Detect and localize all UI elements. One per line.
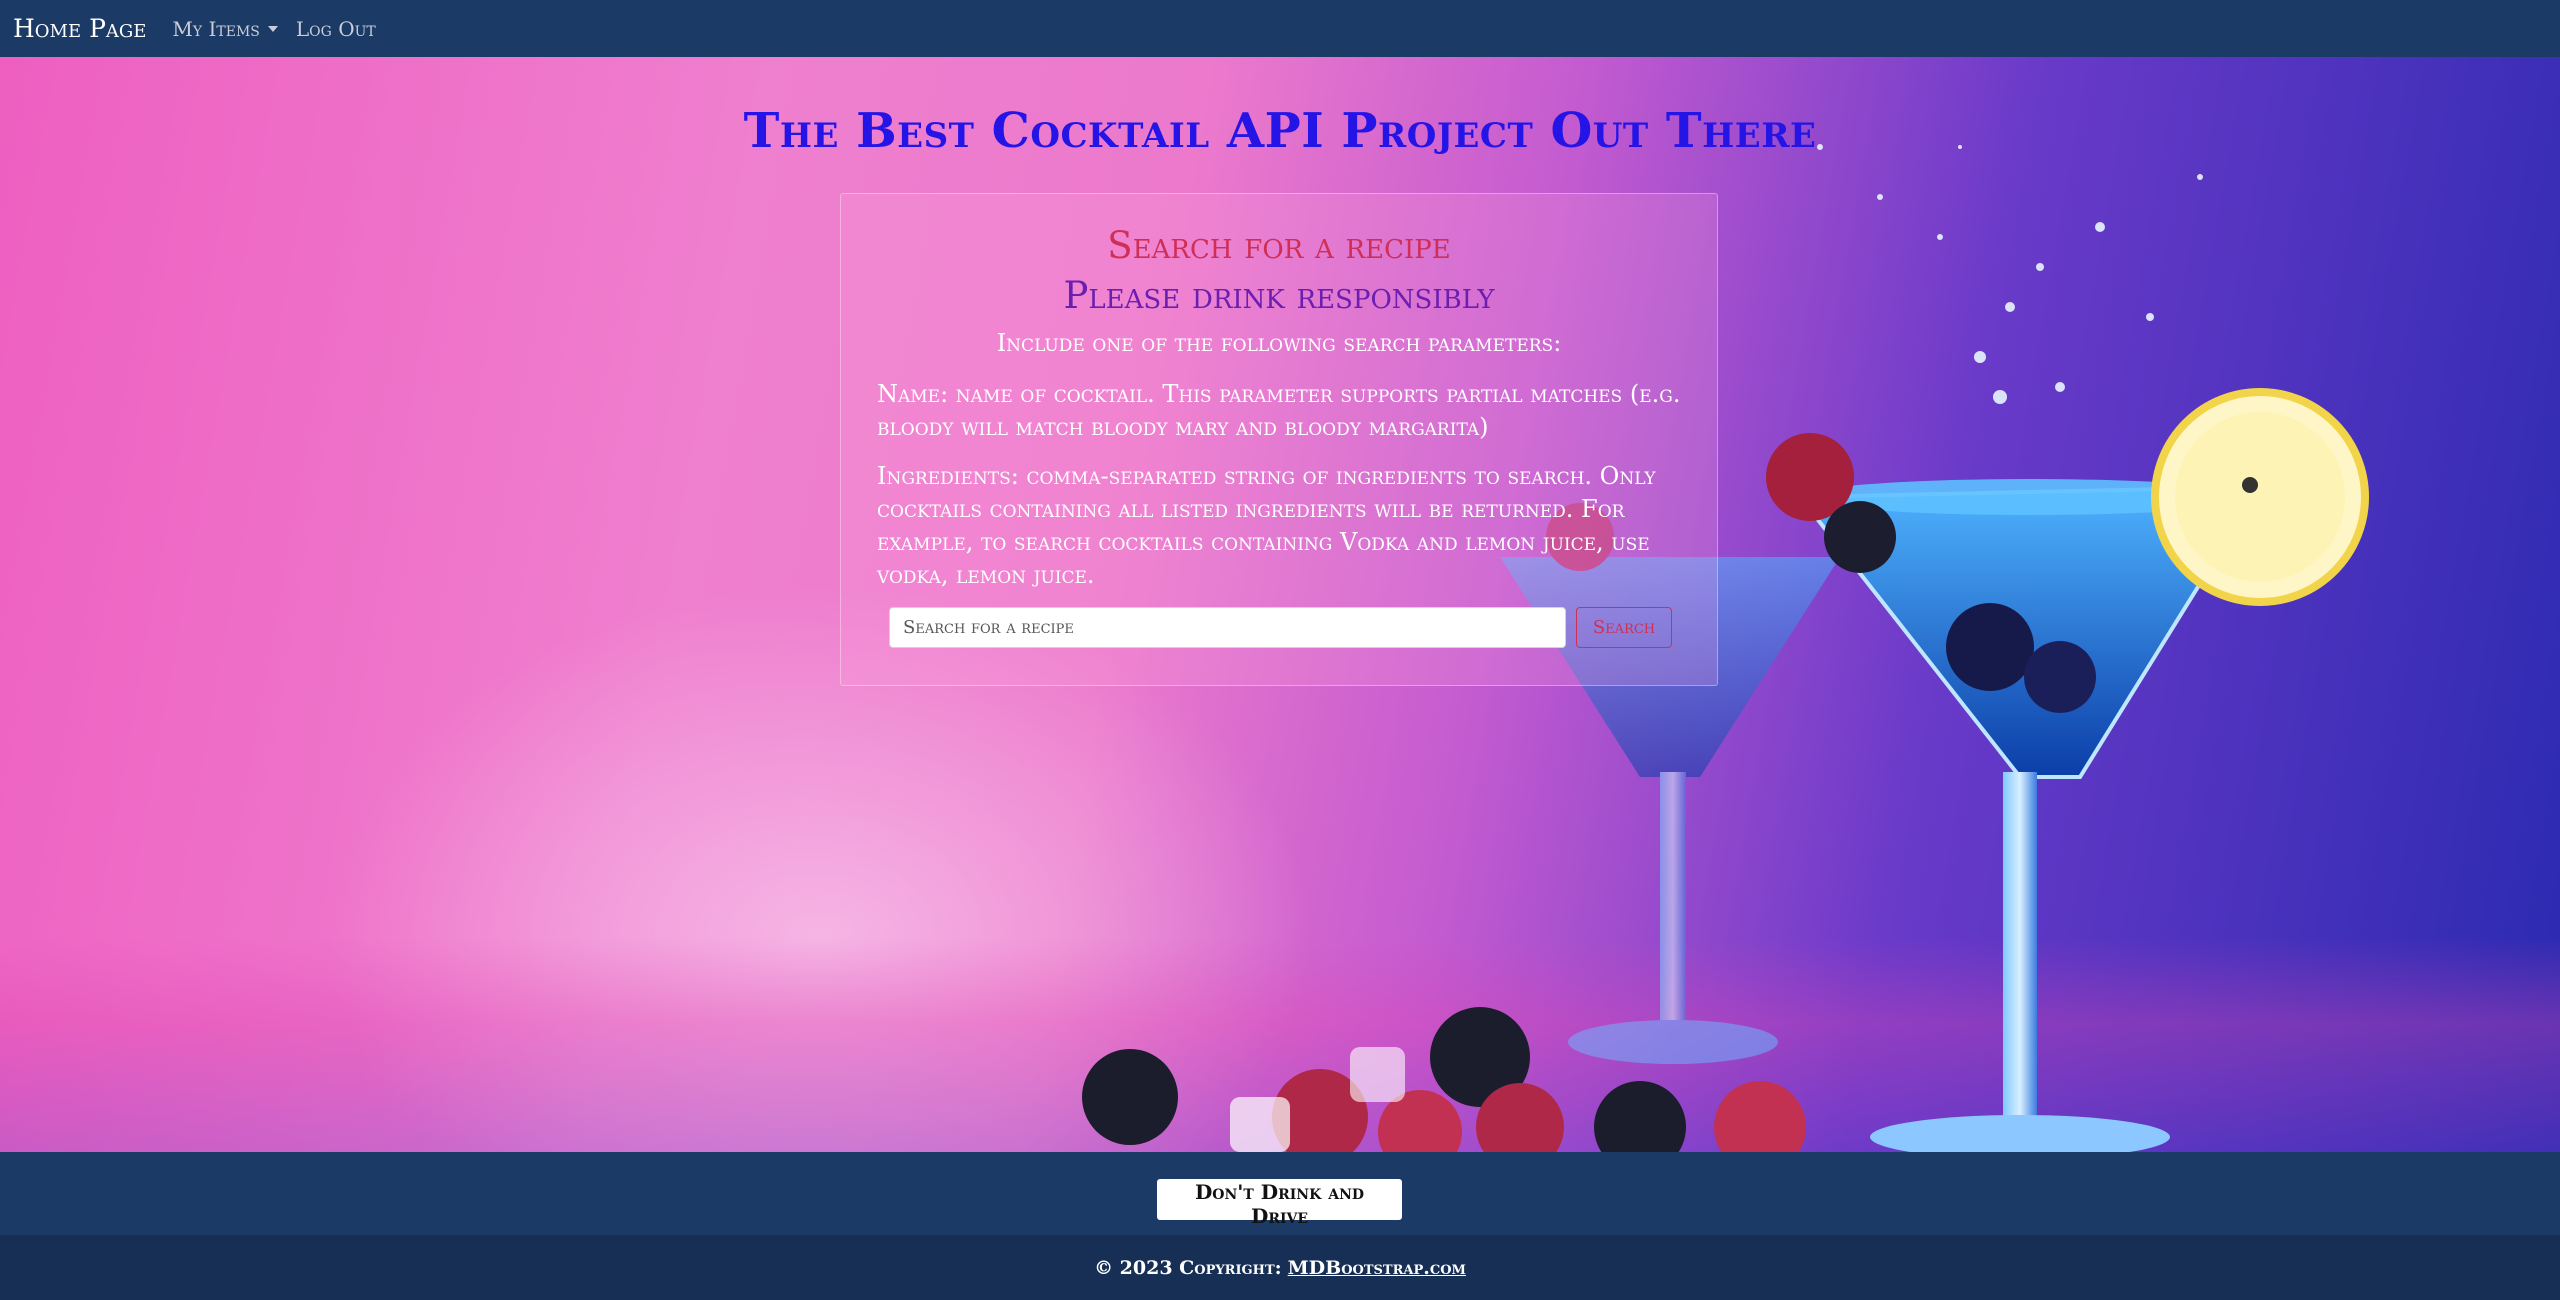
hero-background: The Best Cocktail API Project Out There … xyxy=(0,57,2560,1152)
lemon-slice-garnish xyxy=(2151,388,2369,606)
page-title: The Best Cocktail API Project Out There xyxy=(743,103,1817,160)
logout-link[interactable]: Log Out xyxy=(296,17,376,41)
search-heading: Search for a recipe xyxy=(1107,224,1451,267)
splash-droplets xyxy=(1817,144,2203,404)
search-card: Search for a recipe Please drink respons… xyxy=(840,193,1718,686)
search-button[interactable]: Search xyxy=(1576,607,1672,648)
search-input[interactable] xyxy=(889,607,1566,648)
dont-drink-and-drive-button[interactable]: Don't Drink and Drive xyxy=(1157,1179,1402,1228)
search-intro-text: Include one of the following search para… xyxy=(996,329,1562,357)
copyright-bar: © 2023 Copyright: MDBootstrap.com xyxy=(0,1235,2560,1300)
copyright-text: © 2023 Copyright: xyxy=(1094,1256,1282,1279)
home-page-link[interactable]: Home Page xyxy=(13,14,146,43)
my-items-dropdown[interactable]: My Items xyxy=(172,16,278,41)
navbar: Home Page My Items Log Out xyxy=(0,0,2560,57)
name-parameter-description: Name: name of cocktail. This parameter s… xyxy=(877,380,1681,441)
chevron-down-icon xyxy=(267,25,278,32)
drink-responsibly-heading: Please drink responsibly xyxy=(1063,274,1495,317)
ingredients-parameter-description: Ingredients: comma-separated string of i… xyxy=(877,462,1656,589)
my-items-label: My Items xyxy=(172,16,260,41)
mdbootstrap-link[interactable]: MDBootstrap.com xyxy=(1288,1257,1466,1279)
